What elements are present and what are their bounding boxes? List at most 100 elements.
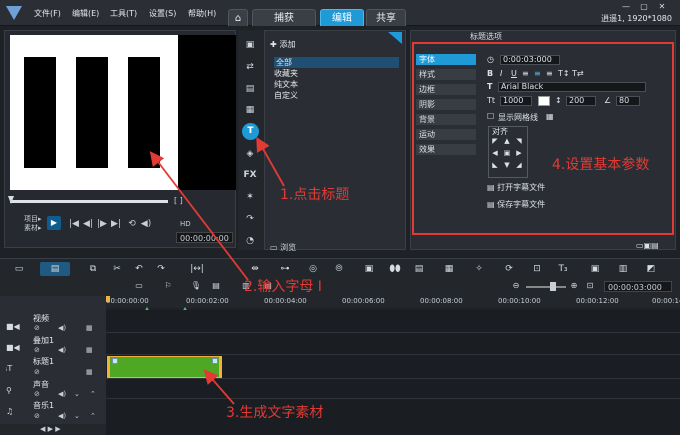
expand-icon[interactable]: ⌄ xyxy=(74,412,80,420)
track-volume-icon[interactable]: ◀) xyxy=(58,390,66,398)
graphic-icon[interactable]: ◈ xyxy=(242,147,258,161)
maximize-icon[interactable]: ▢ xyxy=(638,3,650,11)
fit-icon[interactable]: |↔| xyxy=(190,262,204,276)
transition-icon[interactable]: ⇄ xyxy=(242,60,258,74)
fullscreen-icon[interactable]: ◩ xyxy=(644,262,658,276)
scrubber-track[interactable] xyxy=(10,200,168,203)
library-item-plain-text[interactable]: 纯文本 xyxy=(274,79,298,90)
end-button[interactable]: ▶| xyxy=(110,218,122,230)
timeline-timecode[interactable]: 00:00:03:000 xyxy=(604,281,672,292)
tab-capture[interactable]: 捕获 xyxy=(252,9,316,26)
voice-track-icon[interactable]: ⚲ xyxy=(6,386,12,395)
lock-icon[interactable]: ⊘ xyxy=(34,368,40,376)
zoom-out-icon[interactable]: ⊖ xyxy=(510,280,522,292)
media-icon[interactable]: ▣ xyxy=(242,38,258,52)
menu-edit[interactable]: 编辑(E) xyxy=(72,8,99,19)
track-name-voice: 声音 xyxy=(33,380,49,389)
prev-frame-button[interactable]: ◀| xyxy=(82,218,94,230)
video-track-icon[interactable]: ■◀ xyxy=(6,322,20,331)
music-track-icon[interactable]: ♫ xyxy=(6,407,13,416)
menu-help[interactable]: 帮助(H) xyxy=(188,8,216,19)
tab-edit[interactable]: 编辑 xyxy=(320,9,364,26)
ripple-icon[interactable]: ⇹ xyxy=(248,262,262,276)
track-grid-icon[interactable]: ▦ xyxy=(86,368,93,376)
mic-icon[interactable]: 🎙 xyxy=(190,280,202,292)
marker-icon[interactable]: ⚐ xyxy=(162,280,174,292)
link-icon[interactable]: ⊘ xyxy=(34,324,40,332)
text-3d-icon[interactable]: T₃ xyxy=(556,262,570,276)
loop-icon[interactable]: ⟳ xyxy=(502,262,516,276)
fx-icon[interactable]: FX xyxy=(242,168,258,182)
home-button[interactable]: |◀ xyxy=(68,218,80,230)
zoom-slider[interactable] xyxy=(526,286,566,288)
snap-icon[interactable]: ▤ xyxy=(210,280,222,292)
volume-icon[interactable]: ◀) xyxy=(140,218,152,230)
track-volume-icon[interactable]: ◀) xyxy=(58,412,66,420)
track-divider xyxy=(106,398,680,399)
annotation-step4: 4.设置基本参数 xyxy=(552,157,650,173)
audio-icon[interactable]: ▥ xyxy=(616,262,630,276)
collapse-icon[interactable]: ⌃ xyxy=(90,412,96,420)
storyboard-view-icon[interactable]: ▭ xyxy=(12,262,26,276)
library-item-all[interactable]: 全部 xyxy=(274,57,399,68)
menu-tools[interactable]: 工具(T) xyxy=(110,8,137,19)
record-icon[interactable]: ◎ xyxy=(306,262,320,276)
smart-icon[interactable]: ▭ xyxy=(133,280,145,292)
track-grid-icon[interactable]: ▦ xyxy=(86,324,93,332)
scroll-arrows[interactable]: ◀ ▶ ▶ xyxy=(40,425,61,433)
preview-timecode[interactable]: 00:00:00:00 xyxy=(176,232,233,243)
instant-project-icon[interactable]: ▤ xyxy=(242,82,258,96)
mask-icon[interactable]: ▣ xyxy=(362,262,376,276)
crop-icon[interactable]: ⊡ xyxy=(530,262,544,276)
fit-project-icon[interactable]: ⊡ xyxy=(584,280,596,292)
title-track-icon[interactable]: ᵢT xyxy=(6,364,12,373)
close-icon[interactable]: ✕ xyxy=(656,3,668,11)
play-button[interactable]: ▶ xyxy=(47,216,61,230)
link-icon[interactable]: ⊘ xyxy=(34,346,40,354)
split-icon[interactable]: ⬮⬮ xyxy=(388,262,402,276)
overlay-icon[interactable]: ▣ xyxy=(588,262,602,276)
copy-icon[interactable]: ⧉ xyxy=(86,262,100,276)
redo-icon[interactable]: ↷ xyxy=(154,262,168,276)
effect-icon[interactable]: ✧ xyxy=(472,262,486,276)
menu-settings[interactable]: 设置(S) xyxy=(149,8,176,19)
panel-layout-icon[interactable]: ▭▣▤ xyxy=(636,241,659,250)
collapse-icon[interactable]: ⌃ xyxy=(90,390,96,398)
browse-button[interactable]: ▭ 浏览 xyxy=(270,242,296,253)
filter-icon[interactable]: ✶ xyxy=(242,190,258,204)
speed-icon[interactable]: ◔ xyxy=(242,234,258,248)
menu-file[interactable]: 文件(F) xyxy=(34,8,61,19)
link-icon[interactable]: ⊘ xyxy=(34,390,40,398)
title-icon[interactable]: T xyxy=(242,123,259,140)
link-icon[interactable]: ⊘ xyxy=(34,412,40,420)
library-item-favorites[interactable]: 收藏夹 xyxy=(274,68,298,79)
trim-markers[interactable]: [ ] xyxy=(174,196,183,205)
title-template-icon[interactable]: ▦ xyxy=(242,103,258,117)
clip-mode-label[interactable]: 素材▸ xyxy=(24,223,42,233)
overlay-track-icon[interactable]: ■◀ xyxy=(6,343,20,352)
track-grid-icon[interactable]: ▦ xyxy=(86,346,93,354)
library-item-custom[interactable]: 自定义 xyxy=(274,90,298,101)
subtitle-icon[interactable]: ▤ xyxy=(412,262,426,276)
multi-trim-icon[interactable]: ⊶ xyxy=(278,262,292,276)
tools-icon[interactable]: ✂ xyxy=(110,262,124,276)
timeline-view-icon[interactable]: ▤ xyxy=(40,262,70,276)
minimize-icon[interactable]: — xyxy=(620,3,632,11)
track-volume-icon[interactable]: ◀) xyxy=(58,324,66,332)
path-icon[interactable]: ↷ xyxy=(242,212,258,226)
zoom-slider-handle[interactable] xyxy=(550,282,556,291)
hd-label[interactable]: HD xyxy=(180,220,191,228)
motion-icon[interactable]: ⦾ xyxy=(332,262,346,276)
repeat-icon[interactable]: ⟲ xyxy=(126,218,138,230)
title-clip[interactable] xyxy=(107,356,222,378)
track-volume-icon[interactable]: ◀) xyxy=(58,346,66,354)
expand-icon[interactable]: ⌄ xyxy=(74,390,80,398)
tab-share[interactable]: 共享 xyxy=(366,9,406,26)
next-frame-button[interactable]: |▶ xyxy=(96,218,108,230)
home-tab[interactable]: ⌂ xyxy=(228,9,248,26)
zoom-in-icon[interactable]: ⊕ xyxy=(568,280,580,292)
clip-start-mark xyxy=(112,358,118,364)
grid-icon[interactable]: ▦ xyxy=(442,262,456,276)
undo-icon[interactable]: ↶ xyxy=(132,262,146,276)
add-button[interactable]: ✚ 添加 xyxy=(270,39,296,50)
